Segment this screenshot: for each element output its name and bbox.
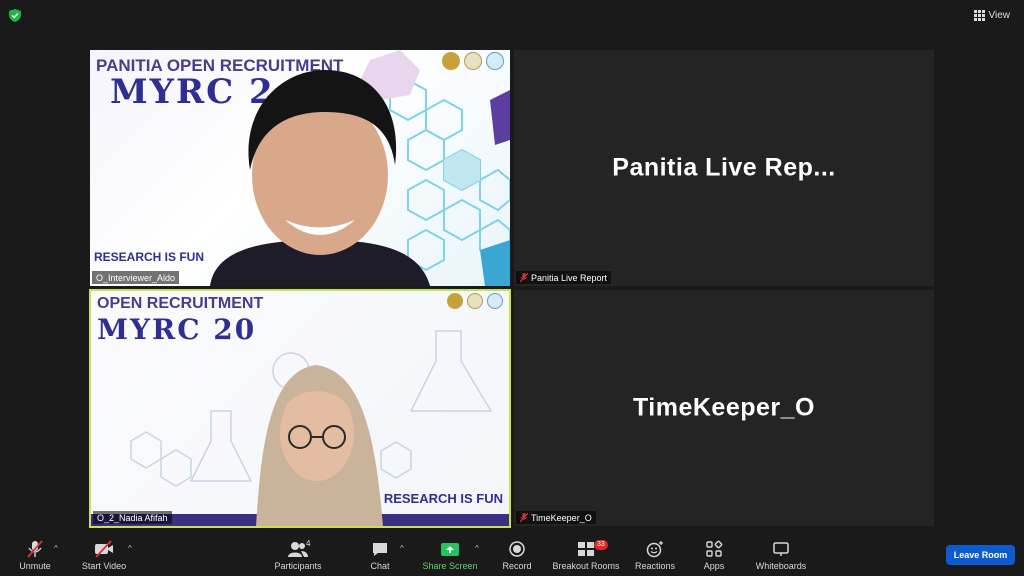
whiteboard-icon bbox=[773, 542, 789, 556]
unmute-button[interactable]: Unmute bbox=[14, 532, 56, 576]
start-video-button[interactable]: Start Video bbox=[80, 532, 128, 576]
encryption-shield-icon[interactable] bbox=[9, 9, 21, 22]
participant-name-tag: O_Interviewer_Aldo bbox=[92, 271, 180, 284]
grid-view-icon bbox=[973, 9, 985, 21]
start-video-label: Start Video bbox=[81, 561, 127, 571]
participant-name: TimeKeeper_O bbox=[531, 512, 592, 523]
meeting-toolbar: Unmute ^ Start Video ^ 4 Participants Ch… bbox=[0, 532, 1024, 576]
chat-options-caret-icon[interactable]: ^ bbox=[400, 544, 404, 553]
audio-options-caret-icon[interactable]: ^ bbox=[54, 544, 58, 553]
muted-mic-icon bbox=[520, 513, 528, 522]
participant-name: O_Interviewer_Aldo bbox=[96, 272, 176, 283]
video-off-icon bbox=[95, 540, 113, 558]
view-button[interactable]: View bbox=[968, 6, 1017, 24]
participant-name: Panitia Live Report bbox=[531, 272, 608, 283]
video-tile-panitia-live-report[interactable]: Panitia Live Rep... Panitia Live Report bbox=[514, 50, 934, 286]
chat-label: Chat bbox=[370, 561, 390, 571]
muted-mic-icon bbox=[520, 273, 528, 282]
breakout-rooms-badge: 33 bbox=[594, 540, 608, 550]
view-label: View bbox=[988, 9, 1011, 21]
participant-display-name: TimeKeeper_O bbox=[632, 393, 815, 422]
participants-button[interactable]: 4 Participants bbox=[272, 532, 324, 576]
share-options-caret-icon[interactable]: ^ bbox=[475, 544, 479, 553]
chat-icon bbox=[373, 543, 387, 556]
share-screen-icon bbox=[441, 543, 459, 556]
participants-label: Participants bbox=[274, 561, 322, 571]
video-tile-nadia-active-speaker[interactable]: OPEN RECRUITMENT MYRC 20 RESEARCH IS FUN… bbox=[89, 289, 511, 528]
participant-silhouette bbox=[256, 365, 383, 526]
video-tile-timekeeper[interactable]: TimeKeeper_O TimeKeeper_O bbox=[514, 290, 934, 526]
chat-button[interactable]: Chat bbox=[366, 532, 394, 576]
participant-name: O_2_Nadia Afifah bbox=[97, 512, 168, 523]
apps-icon bbox=[706, 540, 723, 557]
mic-muted-icon bbox=[27, 540, 43, 558]
apps-button[interactable]: Apps bbox=[700, 532, 728, 576]
reactions-button[interactable]: Reactions bbox=[634, 532, 676, 576]
participant-display-name: Panitia Live Rep... bbox=[612, 153, 836, 182]
participant-name-tag: TimeKeeper_O bbox=[516, 511, 596, 524]
video-tile-interviewer[interactable]: PANITIA OPEN RECRUITMENT MYRC 2 RESEARCH… bbox=[90, 50, 510, 286]
record-label: Record bbox=[502, 561, 532, 571]
whiteboards-button[interactable]: Whiteboards bbox=[752, 532, 810, 576]
share-screen-label: Share Screen bbox=[422, 561, 478, 571]
record-icon bbox=[509, 541, 525, 557]
apps-label: Apps bbox=[703, 561, 725, 571]
top-bar: View bbox=[0, 0, 1024, 30]
leave-room-button[interactable]: Leave Room bbox=[946, 545, 1015, 565]
participant-name-tag: Panitia Live Report bbox=[516, 271, 612, 284]
breakout-rooms-label: Breakout Rooms bbox=[552, 561, 620, 571]
reactions-label: Reactions bbox=[634, 561, 676, 571]
participant-name-tag: O_2_Nadia Afifah bbox=[93, 511, 172, 524]
breakout-rooms-icon bbox=[578, 542, 594, 556]
participant-silhouette bbox=[210, 70, 430, 286]
participants-count: 4 bbox=[306, 539, 311, 548]
record-button[interactable]: Record bbox=[500, 532, 534, 576]
unmute-label: Unmute bbox=[19, 561, 51, 571]
share-screen-button[interactable]: Share Screen bbox=[422, 532, 478, 576]
breakout-rooms-button[interactable]: 33 Breakout Rooms bbox=[552, 532, 620, 576]
video-options-caret-icon[interactable]: ^ bbox=[128, 544, 132, 553]
reactions-emoji-icon bbox=[646, 541, 663, 558]
whiteboards-label: Whiteboards bbox=[755, 561, 807, 571]
